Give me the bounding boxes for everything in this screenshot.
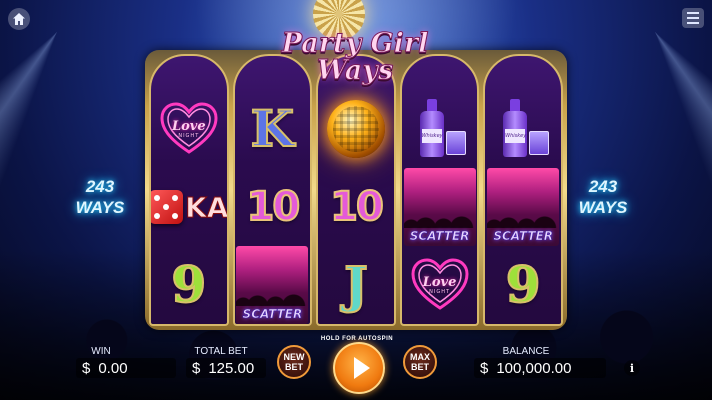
ways-badge-left: 243 WAYS (60, 176, 140, 218)
reel-column: Whiskey SCATTER Love NIGHT (402, 90, 478, 324)
whiskey-symbol: Whiskey (410, 97, 470, 161)
win-label: WIN (91, 346, 111, 357)
reel-5: Whiskey SCATTER 9 (483, 54, 563, 326)
scatter-symbol: SCATTER (403, 168, 476, 246)
menu-line (687, 17, 699, 19)
symbol-cell: SCATTER (402, 168, 478, 246)
whiskey-label: Whiskey (421, 129, 443, 143)
glass-icon (445, 131, 466, 155)
symbol-cell: 10 (318, 168, 394, 246)
max-bet-line2: BET (411, 362, 429, 372)
total-bet-currency: $ (192, 359, 201, 377)
game-title: Party Girl Ways (230, 28, 480, 86)
balance-label: BALANCE (502, 346, 550, 357)
symbol-cell: Whiskey (485, 90, 561, 168)
reel-3: 10 J (316, 54, 396, 326)
dice-ka-symbol: KA (150, 190, 229, 224)
max-bet-line1: MAX (410, 352, 430, 362)
reel-1: Love NIGHT KA 9 (149, 54, 229, 326)
symbol-cell: J (318, 246, 394, 324)
hamburger-menu-button[interactable] (682, 8, 704, 28)
glass-icon (529, 131, 550, 155)
heart-word: Love (422, 274, 457, 290)
reel-column: 10 J (318, 90, 394, 324)
scatter-label: SCATTER (242, 307, 303, 322)
reels-area: Love NIGHT KA 9 K 10 SCATTER 10 J Whiske… (149, 54, 563, 326)
heart-sub: NIGHT (429, 289, 451, 295)
symbol-cell: 9 (151, 246, 227, 324)
love-heart-symbol: Love NIGHT (160, 102, 218, 156)
whiskey-symbol: Whiskey (493, 97, 553, 161)
heart-sub: NIGHT (178, 133, 200, 139)
home-icon (13, 13, 25, 25)
reel-column: Whiskey SCATTER 9 (485, 90, 561, 324)
symbol-cell: K (235, 90, 311, 168)
ways-word: WAYS (75, 198, 125, 217)
balance-value: 100,000.00 (496, 359, 572, 377)
new-bet-line2: BET (285, 362, 303, 372)
k-symbol: K (250, 99, 295, 158)
reel-column: K 10 SCATTER (235, 90, 311, 324)
symbol-cell (318, 90, 394, 168)
love-heart-symbol: Love NIGHT (411, 258, 469, 312)
ten-symbol: 10 (246, 184, 302, 230)
win-currency: $ (82, 359, 91, 377)
max-bet-button[interactable]: MAX BET (403, 345, 437, 379)
symbol-cell: 9 (485, 246, 561, 324)
spin-button[interactable] (333, 342, 385, 394)
symbol-cell: Love NIGHT (151, 90, 227, 168)
title-line-2: Ways (316, 55, 394, 86)
info-button[interactable]: i (624, 360, 640, 376)
balance-currency: $ (480, 359, 489, 377)
win-field: $ 0.00 (76, 358, 176, 378)
j-symbol: J (343, 255, 369, 314)
symbol-cell: Love NIGHT (402, 246, 478, 324)
nine-symbol: 9 (170, 255, 207, 314)
play-icon (353, 357, 370, 379)
dice-icon (150, 190, 184, 224)
win-value: 0.00 (98, 359, 128, 377)
disco-ball-symbol (326, 100, 385, 158)
hamburger-menu-icon (687, 12, 699, 14)
scatter-label: SCATTER (409, 229, 470, 244)
new-bet-button[interactable]: NEW BET (277, 345, 311, 379)
ways-number: 243 (85, 177, 115, 196)
ten-symbol: 10 (329, 184, 385, 230)
ways-word: WAYS (578, 198, 628, 217)
ways-badge-right: 243 WAYS (563, 176, 643, 218)
bottle-icon: Whiskey (419, 99, 444, 157)
bottle-icon: Whiskey (503, 99, 528, 157)
nine-symbol: 9 (505, 255, 542, 314)
scatter-label: SCATTER (493, 229, 553, 244)
symbol-cell: Whiskey (402, 90, 478, 168)
title-line-1: Party Girl (281, 28, 429, 59)
total-bet-label: TOTAL BET (194, 346, 248, 357)
reel-column: Love NIGHT KA 9 (150, 90, 229, 324)
symbol-cell: 10 (235, 168, 311, 246)
reel-2: K 10 SCATTER (232, 54, 313, 326)
total-bet-field: $ 125.00 (186, 358, 266, 378)
total-bet-value: 125.00 (208, 359, 255, 377)
ways-number: 243 (588, 177, 618, 196)
balance-field: $ 100,000.00 (474, 358, 606, 378)
whiskey-label: Whiskey (505, 129, 526, 143)
reels-frame: Love NIGHT KA 9 K 10 SCATTER 10 J Whiske… (145, 50, 567, 330)
scatter-symbol: SCATTER (236, 246, 309, 324)
home-button[interactable] (8, 8, 30, 30)
symbol-cell: SCATTER (485, 168, 561, 246)
new-bet-line1: NEW (283, 352, 305, 362)
menu-line (687, 22, 699, 24)
reel-4: Whiskey SCATTER Love NIGHT (399, 54, 480, 326)
symbol-cell: KA (150, 168, 229, 246)
symbol-cell: SCATTER (235, 246, 311, 324)
scatter-symbol: SCATTER (487, 168, 560, 246)
heart-word: Love (171, 118, 206, 134)
ka-text: KA (185, 190, 229, 224)
